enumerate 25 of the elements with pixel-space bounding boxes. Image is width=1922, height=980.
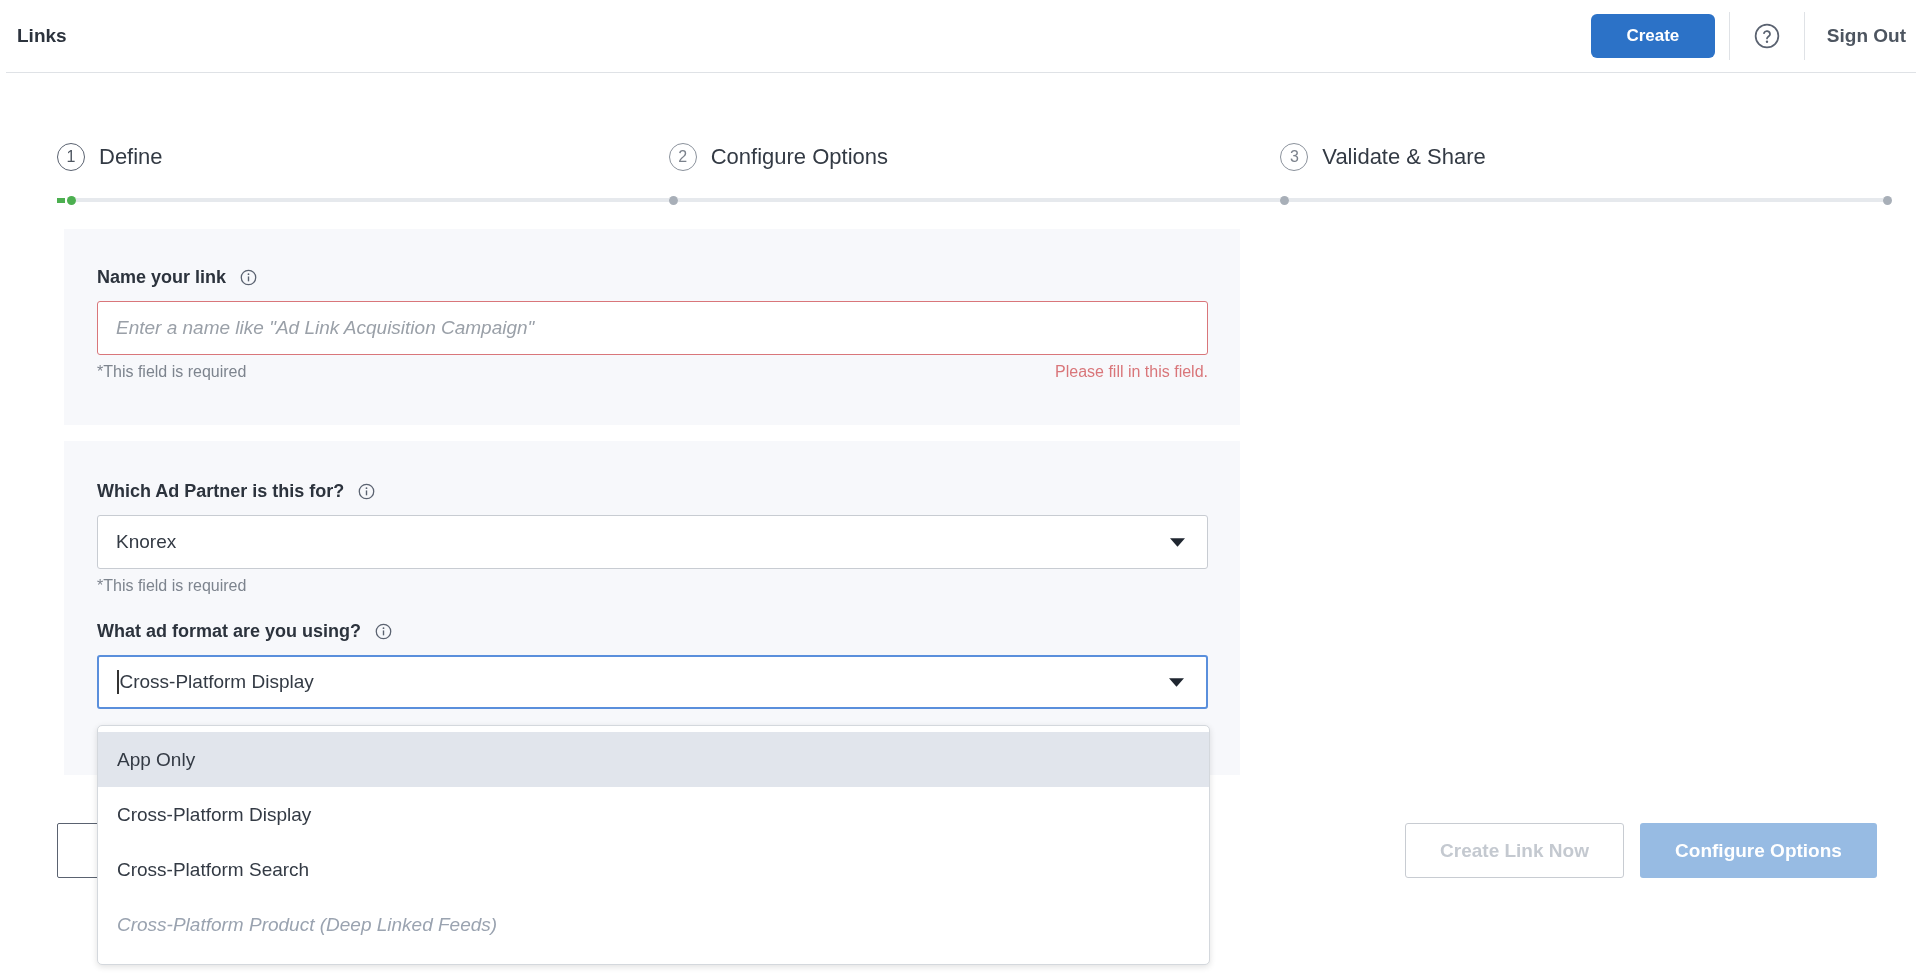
caret-icon bbox=[1170, 537, 1185, 547]
error-message: Please fill in this field. bbox=[1055, 363, 1208, 381]
partner-select[interactable]: Knorex bbox=[97, 515, 1208, 569]
help-icon[interactable] bbox=[1753, 23, 1780, 49]
dropdown-option[interactable]: App Only bbox=[98, 732, 1209, 787]
ad-format-select[interactable]: Cross-Platform Display bbox=[97, 655, 1208, 709]
step-label[interactable]: Configure Options bbox=[710, 144, 888, 170]
helper-text: *This field is required bbox=[97, 363, 247, 381]
field-label: What ad format are you using? bbox=[97, 620, 362, 642]
caret-icon bbox=[1169, 677, 1184, 687]
dropdown-option[interactable]: Cross-Platform Search bbox=[98, 842, 1209, 897]
field-label: Which Ad Partner is this for? bbox=[97, 480, 345, 502]
step-label[interactable]: Validate & Share bbox=[1322, 144, 1486, 170]
info-icon[interactable] bbox=[240, 268, 258, 286]
sign-out-link[interactable]: Sign Out bbox=[1804, 25, 1916, 47]
step-dot bbox=[1883, 195, 1892, 205]
create-button[interactable]: Create bbox=[1590, 14, 1715, 58]
field-label: Name your link bbox=[97, 266, 227, 288]
helper-text: *This field is required bbox=[97, 577, 247, 595]
page-title: Links bbox=[17, 25, 67, 47]
name-input-field[interactable]: Enter a name like "Ad Link Acquisition Campaign" bbox=[97, 301, 1208, 355]
info-icon[interactable] bbox=[358, 482, 376, 500]
step-label[interactable]: Define bbox=[99, 144, 163, 170]
dropdown-option[interactable]: Cross-Platform Display bbox=[98, 787, 1209, 842]
info-icon[interactable] bbox=[375, 622, 393, 640]
